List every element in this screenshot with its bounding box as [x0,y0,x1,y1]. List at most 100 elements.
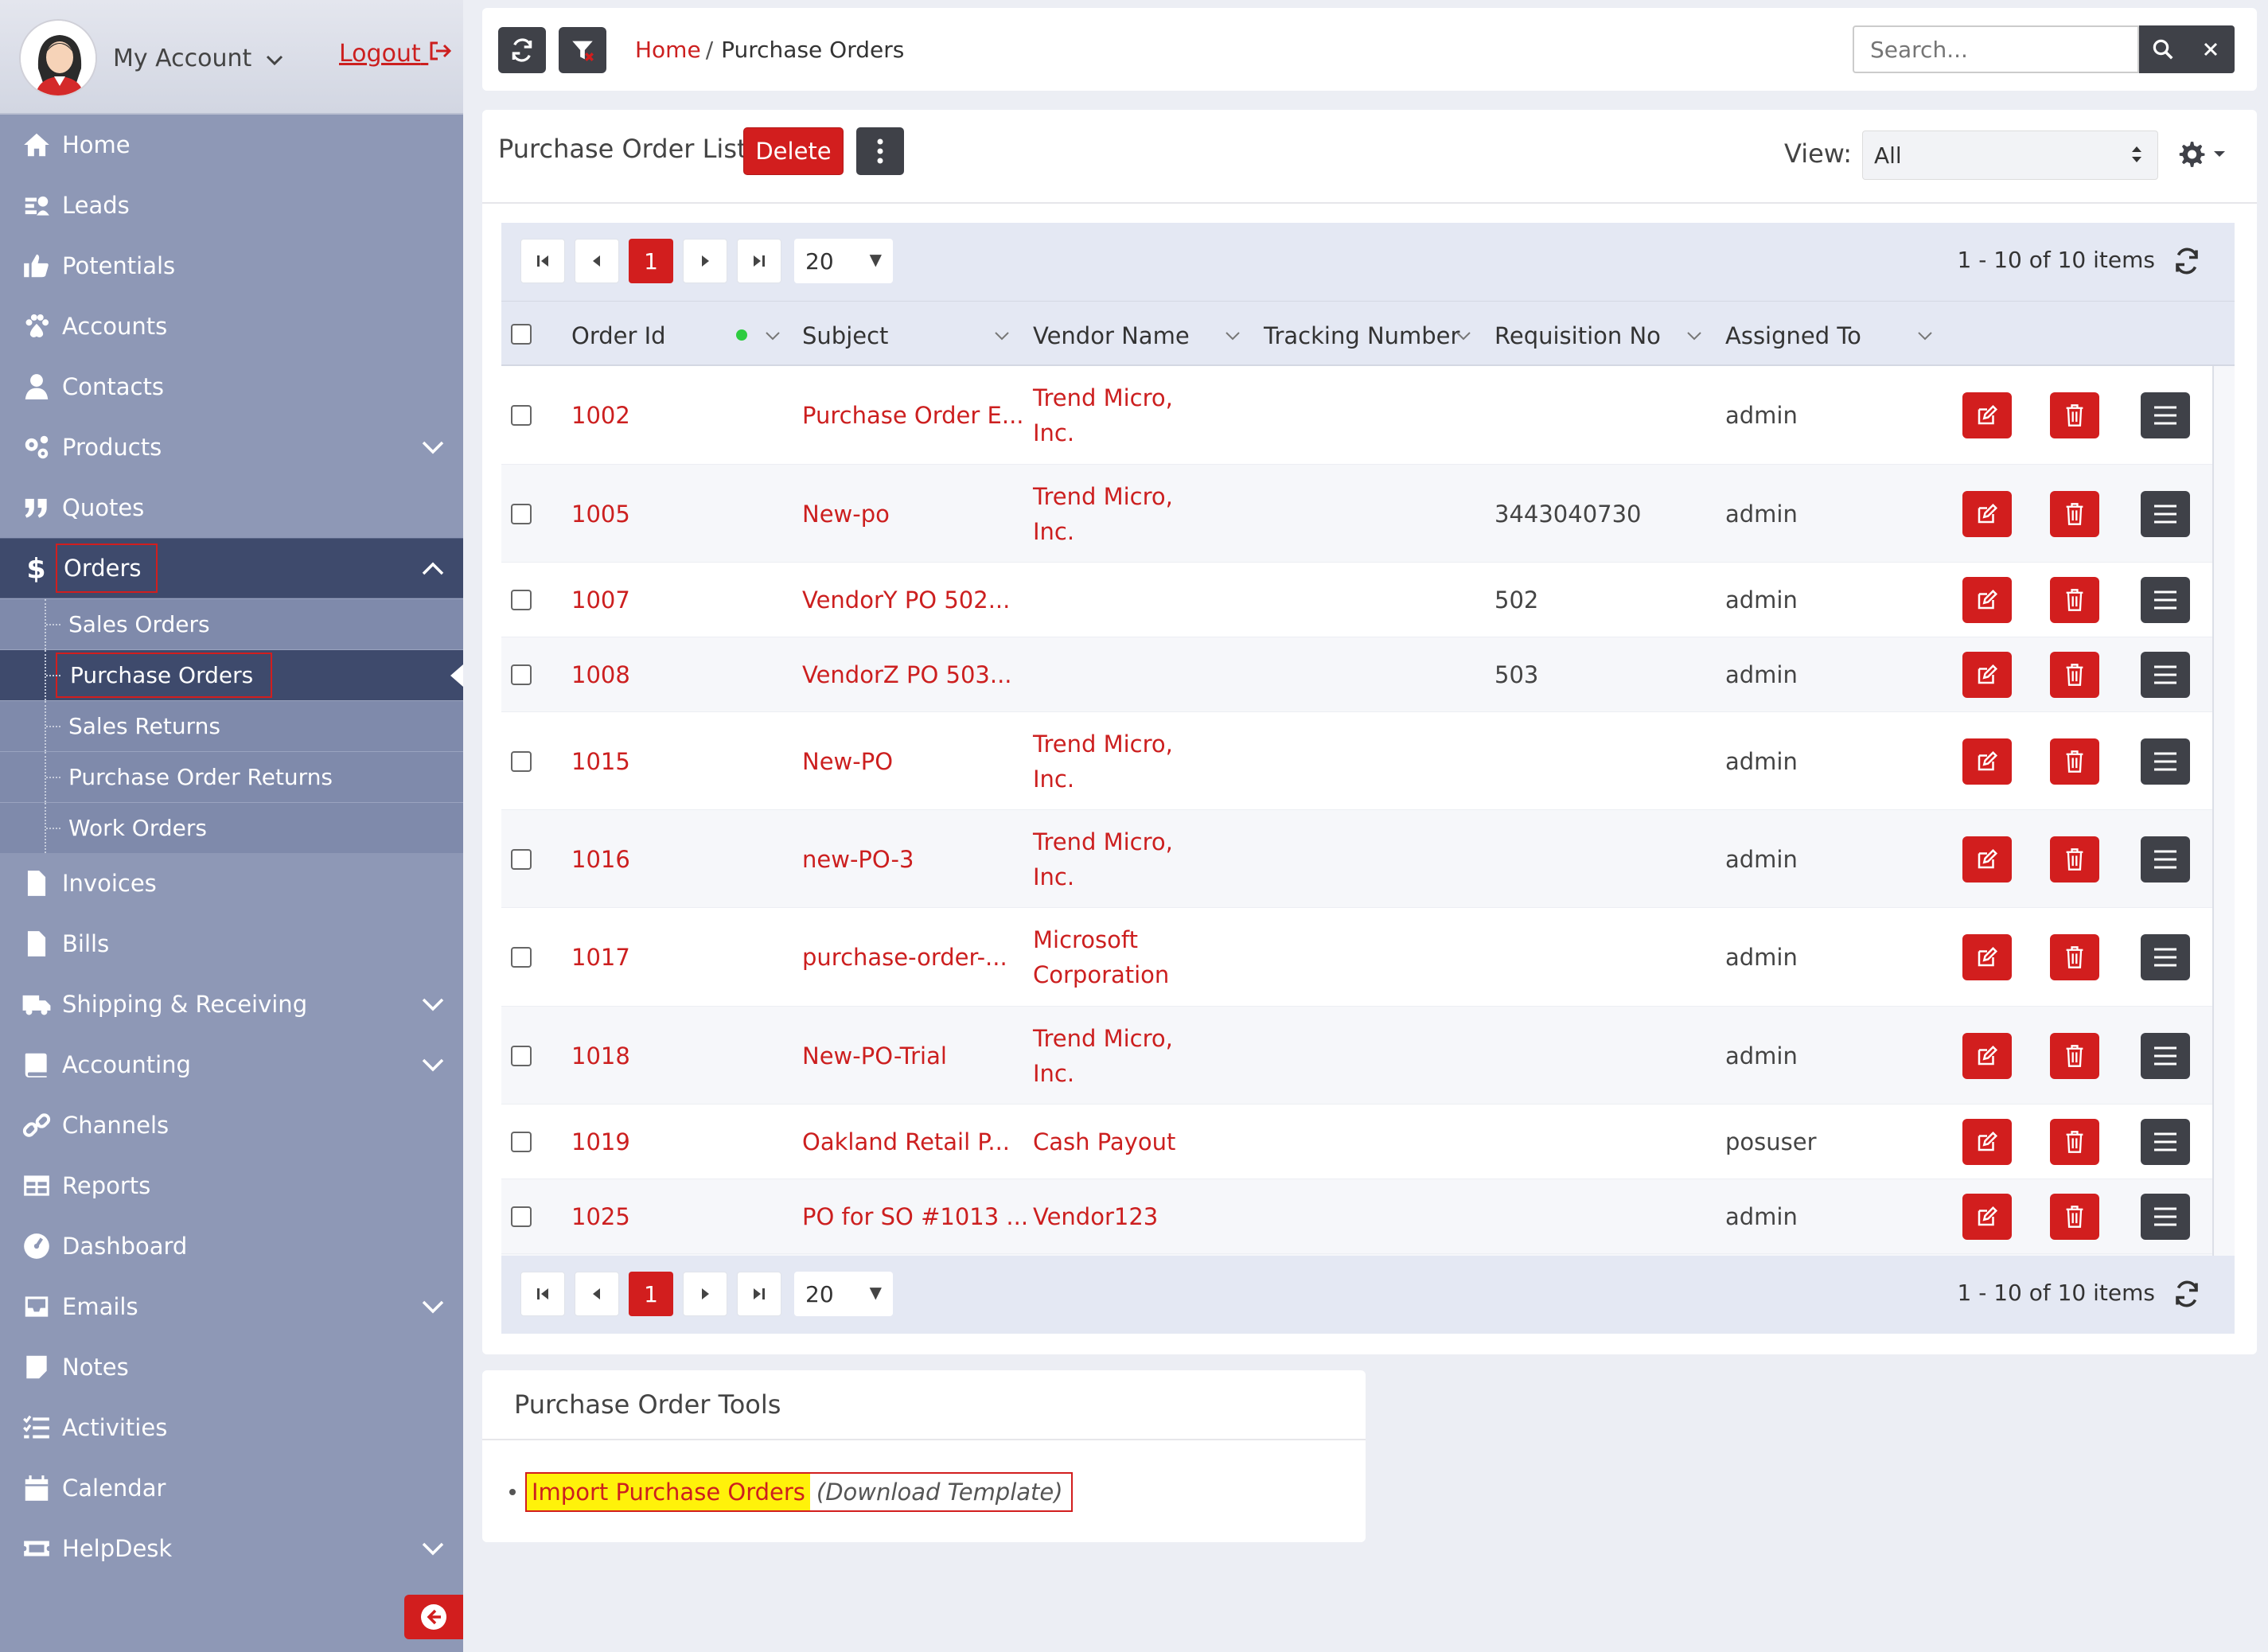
order-id-link[interactable]: 1016 [571,842,630,877]
list-settings-button[interactable] [2176,134,2239,175]
edit-button[interactable] [1962,491,2012,537]
sidebar-subitem-purchase-orders[interactable]: Purchase Orders [0,649,463,700]
chevron-down-icon[interactable] [1916,327,1934,345]
logout-link[interactable]: Logout [339,40,452,68]
sidebar-item-potentials[interactable]: Potentials [0,236,463,296]
previous-page-button[interactable] [575,239,619,283]
sidebar-item-bills[interactable]: Bills [0,914,463,974]
delete-row-button[interactable] [2050,491,2099,537]
edit-button[interactable] [1962,738,2012,785]
row-checkbox[interactable] [511,947,532,968]
column-header-requisition-no[interactable]: Requisition No [1494,322,1661,349]
row-menu-button[interactable] [2141,392,2190,438]
order-id-link[interactable]: 1017 [571,940,630,975]
order-id-link[interactable]: 1015 [571,744,630,779]
sidebar-item-reports[interactable]: Reports [0,1155,463,1216]
row-menu-button[interactable] [2141,1033,2190,1079]
subject-link[interactable]: VendorZ PO 503... [802,657,1012,692]
delete-row-button[interactable] [2050,934,2099,980]
row-menu-button[interactable] [2141,934,2190,980]
sidebar-item-accounts[interactable]: Accounts [0,296,463,357]
column-header-vendor-name[interactable]: Vendor Name [1033,322,1190,349]
my-account-menu[interactable]: My Account [113,45,283,72]
clear-filter-button[interactable] [559,27,606,73]
search-button[interactable] [2139,25,2187,73]
chevron-down-icon[interactable] [1224,327,1241,345]
sidebar-item-leads[interactable]: Leads [0,175,463,236]
more-actions-button[interactable] [856,127,904,175]
delete-row-button[interactable] [2050,1033,2099,1079]
collapse-sidebar-button[interactable] [404,1595,463,1639]
row-checkbox[interactable] [511,405,532,426]
delete-row-button[interactable] [2050,1119,2099,1165]
subject-link[interactable]: VendorY PO 502... [802,582,1010,618]
vendor-link[interactable]: Vendor123 [1033,1199,1158,1234]
edit-button[interactable] [1962,652,2012,698]
grid-scrollbar[interactable] [2212,366,2214,1256]
sidebar-item-dashboard[interactable]: Dashboard [0,1216,463,1276]
subject-link[interactable]: purchase-order-... [802,940,1007,975]
row-checkbox[interactable] [511,664,532,685]
subject-link[interactable]: New-po [802,497,890,532]
sidebar-item-quotes[interactable]: Quotes [0,477,463,538]
edit-button[interactable] [1962,1119,2012,1165]
sidebar-item-home[interactable]: Home [0,115,463,175]
order-id-link[interactable]: 1002 [571,398,630,433]
subject-link[interactable]: Purchase Order E... [802,398,1024,433]
edit-button[interactable] [1962,577,2012,623]
breadcrumb-home-link[interactable]: Home [635,37,701,63]
grid-refresh-icon[interactable] [2173,247,2201,275]
next-page-button[interactable] [683,239,727,283]
order-id-link[interactable]: 1019 [571,1124,630,1159]
row-menu-button[interactable] [2141,491,2190,537]
row-checkbox[interactable] [511,590,532,610]
grid-refresh-icon[interactable] [2173,1280,2201,1308]
sidebar-subitem-work-orders[interactable]: Work Orders [0,802,463,853]
row-menu-button[interactable] [2141,1194,2190,1240]
first-page-button[interactable] [520,1272,565,1316]
order-id-link[interactable]: 1025 [571,1199,630,1234]
subject-link[interactable]: New-PO-Trial [802,1038,947,1073]
sidebar-item-orders[interactable]: $ Orders [0,538,463,598]
vendor-link[interactable]: Trend Micro, Inc. [1033,727,1173,797]
row-checkbox[interactable] [511,849,532,870]
last-page-button[interactable] [737,1272,781,1316]
sidebar-item-helpdesk[interactable]: HelpDesk [0,1518,463,1579]
sidebar-item-accounting[interactable]: Accounting [0,1034,463,1095]
delete-row-button[interactable] [2050,392,2099,438]
column-header-subject[interactable]: Subject [802,322,888,349]
row-menu-button[interactable] [2141,577,2190,623]
delete-row-button[interactable] [2050,652,2099,698]
order-id-link[interactable]: 1005 [571,497,630,532]
edit-button[interactable] [1962,1033,2012,1079]
row-checkbox[interactable] [511,751,532,772]
next-page-button[interactable] [683,1272,727,1316]
view-select[interactable]: All [1862,131,2158,180]
page-1-button[interactable]: 1 [629,1272,673,1316]
sidebar-item-activities[interactable]: Activities [0,1397,463,1458]
delete-button[interactable]: Delete [743,127,844,175]
row-checkbox[interactable] [511,1132,532,1152]
sidebar-item-shipping-receiving[interactable]: Shipping & Receiving [0,974,463,1034]
sidebar-subitem-sales-orders[interactable]: Sales Orders [0,598,463,649]
row-checkbox[interactable] [511,504,532,524]
subject-link[interactable]: New-PO [802,744,893,779]
delete-row-button[interactable] [2050,738,2099,785]
order-id-link[interactable]: 1018 [571,1038,630,1073]
search-input[interactable] [1853,25,2139,73]
edit-button[interactable] [1962,392,2012,438]
page-size-select[interactable]: 20 ▼ [794,239,893,283]
row-menu-button[interactable] [2141,738,2190,785]
vendor-link[interactable]: Trend Micro, Inc. [1033,479,1173,549]
row-menu-button[interactable] [2141,1119,2190,1165]
row-checkbox[interactable] [511,1046,532,1066]
chevron-down-icon[interactable] [1685,327,1703,345]
vendor-link[interactable]: Microsoft Corporation [1033,922,1169,992]
order-id-link[interactable]: 1008 [571,657,630,692]
sidebar-subitem-purchase-order-returns[interactable]: Purchase Order Returns [0,751,463,802]
page-1-button[interactable]: 1 [629,239,673,283]
vendor-link[interactable]: Trend Micro, Inc. [1033,380,1173,450]
chevron-down-icon[interactable] [764,327,781,345]
chevron-down-icon[interactable] [1455,327,1472,345]
subject-link[interactable]: Oakland Retail P... [802,1124,1010,1159]
